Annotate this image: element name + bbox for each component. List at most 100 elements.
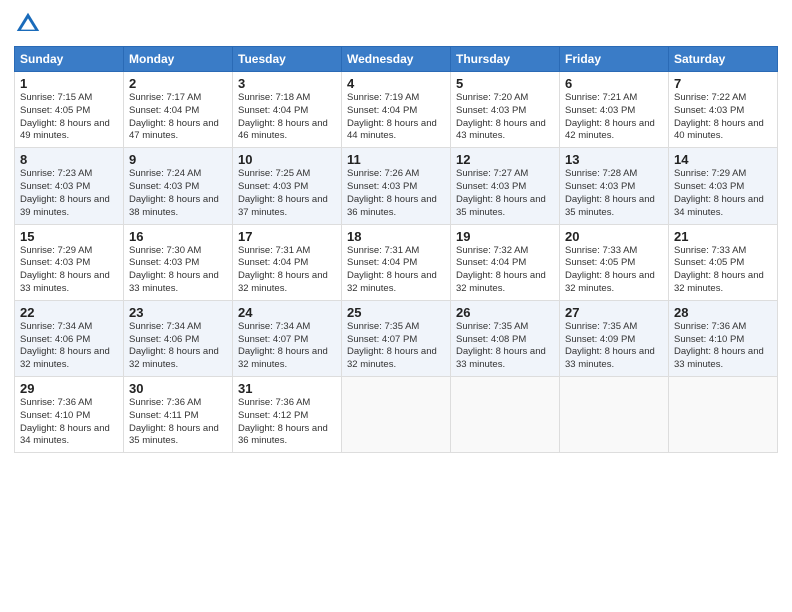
calendar-week-row: 22 Sunrise: 7:34 AMSunset: 4:06 PMDaylig… bbox=[15, 300, 778, 376]
day-number: 13 bbox=[565, 152, 663, 167]
calendar-day-cell: 1 Sunrise: 7:15 AMSunset: 4:05 PMDayligh… bbox=[15, 72, 124, 148]
day-number: 27 bbox=[565, 305, 663, 320]
day-info: Sunrise: 7:34 AMSunset: 4:07 PMDaylight:… bbox=[238, 321, 328, 370]
calendar-day-cell: 3 Sunrise: 7:18 AMSunset: 4:04 PMDayligh… bbox=[233, 72, 342, 148]
calendar-day-cell: 20 Sunrise: 7:33 AMSunset: 4:05 PMDaylig… bbox=[560, 224, 669, 300]
day-info: Sunrise: 7:17 AMSunset: 4:04 PMDaylight:… bbox=[129, 92, 219, 141]
day-info: Sunrise: 7:29 AMSunset: 4:03 PMDaylight:… bbox=[674, 168, 764, 217]
calendar-day-cell: 26 Sunrise: 7:35 AMSunset: 4:08 PMDaylig… bbox=[451, 300, 560, 376]
day-number: 11 bbox=[347, 152, 445, 167]
calendar-day-cell bbox=[451, 377, 560, 453]
logo bbox=[14, 10, 44, 38]
page-container: SundayMondayTuesdayWednesdayThursdayFrid… bbox=[0, 0, 792, 612]
day-info: Sunrise: 7:21 AMSunset: 4:03 PMDaylight:… bbox=[565, 92, 655, 141]
calendar-week-row: 8 Sunrise: 7:23 AMSunset: 4:03 PMDayligh… bbox=[15, 148, 778, 224]
calendar-day-cell: 27 Sunrise: 7:35 AMSunset: 4:09 PMDaylig… bbox=[560, 300, 669, 376]
calendar-day-cell: 12 Sunrise: 7:27 AMSunset: 4:03 PMDaylig… bbox=[451, 148, 560, 224]
day-number: 4 bbox=[347, 76, 445, 91]
calendar-day-cell: 16 Sunrise: 7:30 AMSunset: 4:03 PMDaylig… bbox=[124, 224, 233, 300]
calendar-header-row: SundayMondayTuesdayWednesdayThursdayFrid… bbox=[15, 47, 778, 72]
calendar-day-header: Wednesday bbox=[342, 47, 451, 72]
calendar-week-row: 29 Sunrise: 7:36 AMSunset: 4:10 PMDaylig… bbox=[15, 377, 778, 453]
day-info: Sunrise: 7:36 AMSunset: 4:11 PMDaylight:… bbox=[129, 397, 219, 446]
day-number: 29 bbox=[20, 381, 118, 396]
day-number: 15 bbox=[20, 229, 118, 244]
day-number: 5 bbox=[456, 76, 554, 91]
day-number: 23 bbox=[129, 305, 227, 320]
calendar-day-cell: 23 Sunrise: 7:34 AMSunset: 4:06 PMDaylig… bbox=[124, 300, 233, 376]
calendar-day-header: Monday bbox=[124, 47, 233, 72]
calendar-day-cell: 2 Sunrise: 7:17 AMSunset: 4:04 PMDayligh… bbox=[124, 72, 233, 148]
calendar-day-cell: 14 Sunrise: 7:29 AMSunset: 4:03 PMDaylig… bbox=[669, 148, 778, 224]
day-info: Sunrise: 7:33 AMSunset: 4:05 PMDaylight:… bbox=[674, 245, 764, 294]
calendar-day-cell: 19 Sunrise: 7:32 AMSunset: 4:04 PMDaylig… bbox=[451, 224, 560, 300]
day-number: 7 bbox=[674, 76, 772, 91]
day-info: Sunrise: 7:36 AMSunset: 4:10 PMDaylight:… bbox=[20, 397, 110, 446]
day-info: Sunrise: 7:32 AMSunset: 4:04 PMDaylight:… bbox=[456, 245, 546, 294]
day-number: 3 bbox=[238, 76, 336, 91]
day-number: 26 bbox=[456, 305, 554, 320]
day-info: Sunrise: 7:23 AMSunset: 4:03 PMDaylight:… bbox=[20, 168, 110, 217]
day-number: 24 bbox=[238, 305, 336, 320]
day-info: Sunrise: 7:24 AMSunset: 4:03 PMDaylight:… bbox=[129, 168, 219, 217]
calendar-day-cell: 25 Sunrise: 7:35 AMSunset: 4:07 PMDaylig… bbox=[342, 300, 451, 376]
day-info: Sunrise: 7:20 AMSunset: 4:03 PMDaylight:… bbox=[456, 92, 546, 141]
calendar-day-header: Friday bbox=[560, 47, 669, 72]
day-info: Sunrise: 7:35 AMSunset: 4:07 PMDaylight:… bbox=[347, 321, 437, 370]
calendar-day-cell: 17 Sunrise: 7:31 AMSunset: 4:04 PMDaylig… bbox=[233, 224, 342, 300]
day-info: Sunrise: 7:18 AMSunset: 4:04 PMDaylight:… bbox=[238, 92, 328, 141]
day-number: 18 bbox=[347, 229, 445, 244]
calendar-day-cell: 31 Sunrise: 7:36 AMSunset: 4:12 PMDaylig… bbox=[233, 377, 342, 453]
calendar-day-cell: 8 Sunrise: 7:23 AMSunset: 4:03 PMDayligh… bbox=[15, 148, 124, 224]
day-number: 16 bbox=[129, 229, 227, 244]
day-number: 20 bbox=[565, 229, 663, 244]
day-number: 12 bbox=[456, 152, 554, 167]
day-info: Sunrise: 7:36 AMSunset: 4:10 PMDaylight:… bbox=[674, 321, 764, 370]
day-info: Sunrise: 7:34 AMSunset: 4:06 PMDaylight:… bbox=[129, 321, 219, 370]
day-info: Sunrise: 7:25 AMSunset: 4:03 PMDaylight:… bbox=[238, 168, 328, 217]
logo-icon bbox=[14, 10, 42, 38]
day-info: Sunrise: 7:33 AMSunset: 4:05 PMDaylight:… bbox=[565, 245, 655, 294]
day-info: Sunrise: 7:22 AMSunset: 4:03 PMDaylight:… bbox=[674, 92, 764, 141]
calendar-day-cell: 7 Sunrise: 7:22 AMSunset: 4:03 PMDayligh… bbox=[669, 72, 778, 148]
day-number: 21 bbox=[674, 229, 772, 244]
day-info: Sunrise: 7:15 AMSunset: 4:05 PMDaylight:… bbox=[20, 92, 110, 141]
day-number: 30 bbox=[129, 381, 227, 396]
calendar-day-cell: 5 Sunrise: 7:20 AMSunset: 4:03 PMDayligh… bbox=[451, 72, 560, 148]
day-number: 17 bbox=[238, 229, 336, 244]
day-info: Sunrise: 7:35 AMSunset: 4:09 PMDaylight:… bbox=[565, 321, 655, 370]
calendar-day-cell: 9 Sunrise: 7:24 AMSunset: 4:03 PMDayligh… bbox=[124, 148, 233, 224]
calendar-day-cell: 24 Sunrise: 7:34 AMSunset: 4:07 PMDaylig… bbox=[233, 300, 342, 376]
calendar-day-cell bbox=[669, 377, 778, 453]
day-info: Sunrise: 7:28 AMSunset: 4:03 PMDaylight:… bbox=[565, 168, 655, 217]
day-info: Sunrise: 7:34 AMSunset: 4:06 PMDaylight:… bbox=[20, 321, 110, 370]
day-number: 28 bbox=[674, 305, 772, 320]
day-number: 31 bbox=[238, 381, 336, 396]
calendar-day-header: Saturday bbox=[669, 47, 778, 72]
calendar-day-cell: 30 Sunrise: 7:36 AMSunset: 4:11 PMDaylig… bbox=[124, 377, 233, 453]
calendar-week-row: 1 Sunrise: 7:15 AMSunset: 4:05 PMDayligh… bbox=[15, 72, 778, 148]
day-info: Sunrise: 7:26 AMSunset: 4:03 PMDaylight:… bbox=[347, 168, 437, 217]
calendar-day-cell: 29 Sunrise: 7:36 AMSunset: 4:10 PMDaylig… bbox=[15, 377, 124, 453]
day-info: Sunrise: 7:31 AMSunset: 4:04 PMDaylight:… bbox=[347, 245, 437, 294]
day-number: 8 bbox=[20, 152, 118, 167]
calendar-day-cell bbox=[560, 377, 669, 453]
calendar-day-cell: 28 Sunrise: 7:36 AMSunset: 4:10 PMDaylig… bbox=[669, 300, 778, 376]
day-number: 1 bbox=[20, 76, 118, 91]
day-info: Sunrise: 7:19 AMSunset: 4:04 PMDaylight:… bbox=[347, 92, 437, 141]
day-number: 25 bbox=[347, 305, 445, 320]
day-number: 10 bbox=[238, 152, 336, 167]
calendar-day-cell: 11 Sunrise: 7:26 AMSunset: 4:03 PMDaylig… bbox=[342, 148, 451, 224]
page-header bbox=[14, 10, 778, 38]
calendar-day-cell: 18 Sunrise: 7:31 AMSunset: 4:04 PMDaylig… bbox=[342, 224, 451, 300]
day-number: 22 bbox=[20, 305, 118, 320]
day-number: 19 bbox=[456, 229, 554, 244]
calendar-day-header: Tuesday bbox=[233, 47, 342, 72]
calendar-day-cell: 10 Sunrise: 7:25 AMSunset: 4:03 PMDaylig… bbox=[233, 148, 342, 224]
day-info: Sunrise: 7:30 AMSunset: 4:03 PMDaylight:… bbox=[129, 245, 219, 294]
day-number: 6 bbox=[565, 76, 663, 91]
day-info: Sunrise: 7:35 AMSunset: 4:08 PMDaylight:… bbox=[456, 321, 546, 370]
day-info: Sunrise: 7:29 AMSunset: 4:03 PMDaylight:… bbox=[20, 245, 110, 294]
calendar-day-cell: 22 Sunrise: 7:34 AMSunset: 4:06 PMDaylig… bbox=[15, 300, 124, 376]
calendar-table: SundayMondayTuesdayWednesdayThursdayFrid… bbox=[14, 46, 778, 453]
